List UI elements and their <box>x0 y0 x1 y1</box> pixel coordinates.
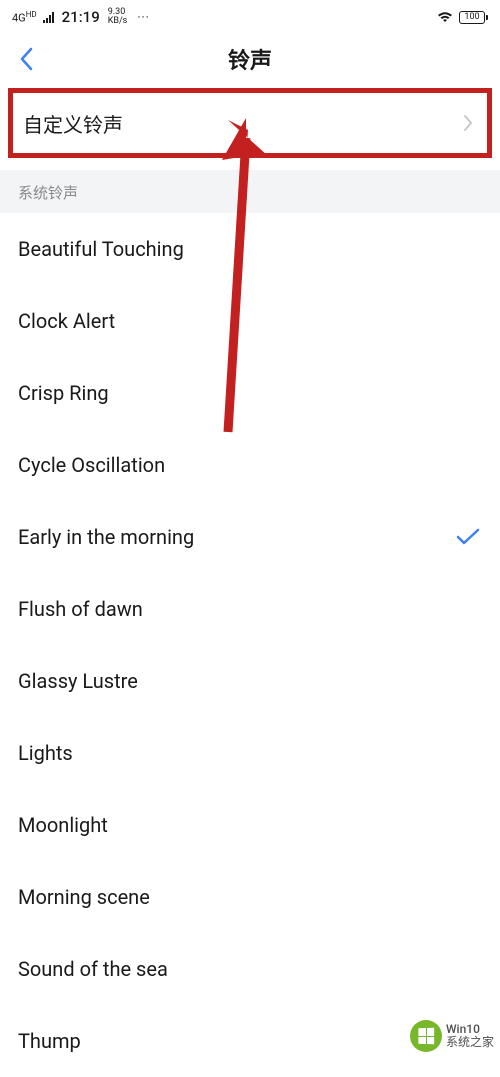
clock-time: 21:19 <box>62 8 100 26</box>
ringtone-label: Cycle Oscillation <box>18 453 165 477</box>
status-bar-right: 100 <box>437 11 488 24</box>
battery-indicator: 100 <box>459 11 488 24</box>
chevron-left-icon <box>19 47 33 71</box>
page-header: 铃声 <box>0 34 500 84</box>
ringtone-item[interactable]: Sound of the sea <box>0 933 500 1005</box>
ringtone-item[interactable]: Flush of dawn <box>0 573 500 645</box>
ringtone-label: Moonlight <box>18 813 108 837</box>
watermark-text: Win10 系统之家 <box>446 1023 494 1049</box>
ringtone-label: Crisp Ring <box>18 381 109 405</box>
signal-bars-icon <box>43 12 54 23</box>
ringtone-item[interactable]: Moonlight <box>0 789 500 861</box>
wifi-icon <box>437 11 453 23</box>
custom-ringtone-row[interactable]: 自定义铃声 <box>8 88 492 158</box>
ringtone-label: Beautiful Touching <box>18 237 184 261</box>
ringtone-item[interactable]: Lights <box>0 717 500 789</box>
ringtone-label: Glassy Lustre <box>18 669 138 693</box>
section-header-system-ringtones: 系统铃声 <box>0 170 500 213</box>
network-type-indicator: 4GHD <box>12 11 37 24</box>
ringtone-label: Lights <box>18 741 73 765</box>
data-speed-indicator: 9.30 KB/s <box>108 8 128 26</box>
ringtone-list: Beautiful Touching Clock Alert Crisp Rin… <box>0 213 500 1077</box>
network-hd-text: HD <box>26 10 37 19</box>
network-type-text: 4G <box>12 11 26 24</box>
page-title: 铃声 <box>228 43 272 75</box>
ringtone-label: Early in the morning <box>18 525 194 549</box>
speed-unit: KB/s <box>108 17 128 26</box>
more-dots-icon: ··· <box>137 10 149 24</box>
battery-cap <box>486 15 488 20</box>
ringtone-item[interactable]: Morning scene <box>0 861 500 933</box>
status-bar-left: 4GHD 21:19 9.30 KB/s ··· <box>12 8 150 26</box>
ringtone-label: Flush of dawn <box>18 597 143 621</box>
battery-level-text: 100 <box>464 12 479 22</box>
status-bar: 4GHD 21:19 9.30 KB/s ··· 100 <box>0 0 500 34</box>
watermark-line2: 系统之家 <box>446 1036 494 1049</box>
ringtone-item[interactable]: Early in the morning <box>0 501 500 573</box>
ringtone-item[interactable]: Glassy Lustre <box>0 645 500 717</box>
ringtone-item[interactable]: Crisp Ring <box>0 357 500 429</box>
chevron-right-icon <box>463 114 473 132</box>
ringtone-label: Morning scene <box>18 885 150 909</box>
battery-icon: 100 <box>459 11 485 24</box>
watermark-logo-icon <box>410 1020 442 1052</box>
ringtone-label: Thump <box>18 1029 81 1053</box>
ringtone-item[interactable]: Beautiful Touching <box>0 213 500 285</box>
back-button[interactable] <box>12 45 40 73</box>
ringtone-label: Clock Alert <box>18 309 115 333</box>
custom-ringtone-label: 自定义铃声 <box>23 109 123 138</box>
checkmark-icon <box>456 528 480 546</box>
ringtone-item[interactable]: Cycle Oscillation <box>0 429 500 501</box>
ringtone-item[interactable]: Clock Alert <box>0 285 500 357</box>
ringtone-label: Sound of the sea <box>18 957 168 981</box>
watermark: Win10 系统之家 <box>408 1015 500 1057</box>
